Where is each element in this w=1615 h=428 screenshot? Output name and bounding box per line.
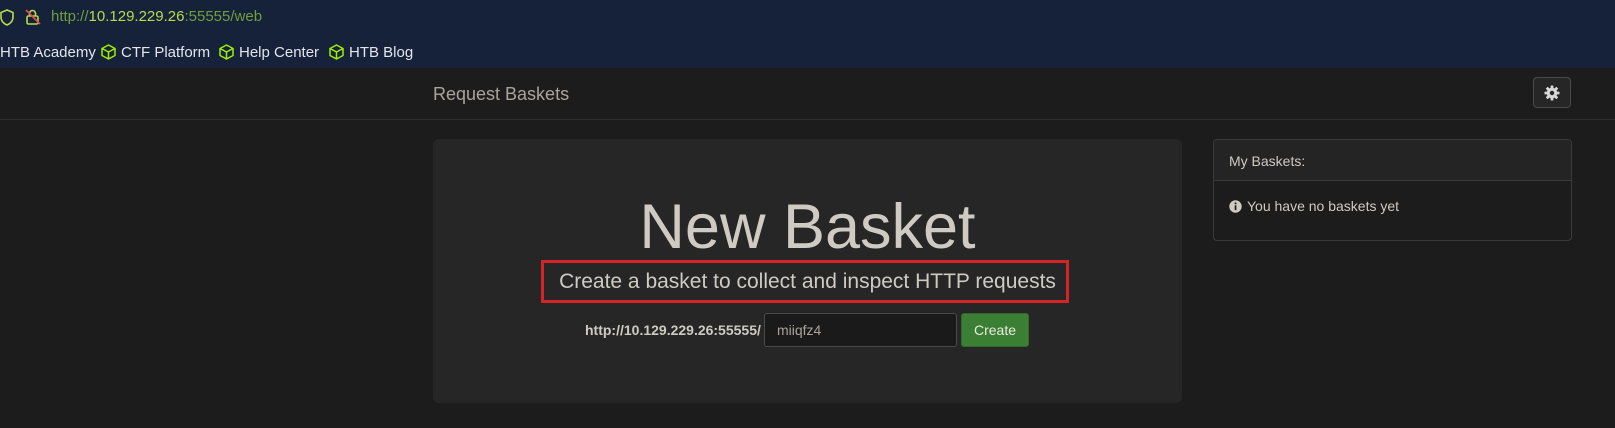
page-subtitle: Create a basket to collect and inspect H… [559,270,1056,293]
brand-link[interactable]: Request Baskets [433,84,569,105]
bookmark-label: CTF Platform [121,43,211,61]
cube-icon [101,44,116,60]
panel-body: You have no baskets yet [1214,181,1571,214]
cube-icon [329,44,344,60]
basket-url-prefix: http://10.129.229.26:55555/ [585,322,761,338]
cube-icon [219,44,234,60]
create-button[interactable]: Create [961,313,1029,347]
my-baskets-panel: My Baskets: You have no baskets yet [1213,139,1572,241]
bookmark-label: HTB Academy [0,43,96,61]
create-basket-form: http://10.129.229.26:55555/ Create [433,313,1182,349]
info-circle-icon [1229,199,1242,213]
url-host: 10.129.229.26 [88,8,185,25]
bookmark-label: HTB Blog [349,43,414,61]
bookmark-htb-blog[interactable]: HTB Blog [329,42,413,62]
url-scheme: http:// [51,8,89,25]
bookmark-htb-academy[interactable]: HTB Academy [0,42,96,62]
panel-heading: My Baskets: [1214,140,1571,181]
basket-name-input[interactable] [764,313,957,347]
page-title: New Basket [639,192,976,262]
bookmark-ctf-platform[interactable]: CTF Platform [101,42,210,62]
empty-message: You have no baskets yet [1247,198,1400,214]
insecure-lock-icon[interactable] [24,8,42,31]
bookmarks-bar: HTB Academy CTF Platform Help Center HTB… [0,34,1615,68]
app-navbar: Request Baskets [0,68,1615,120]
bookmark-help-center[interactable]: Help Center [219,42,319,62]
address-field[interactable]: http://10.129.229.26:55555/web [51,8,262,25]
gear-icon [1544,85,1560,100]
url-rest: :55555/web [184,8,263,25]
new-basket-panel: New Basket Create a basket to collect an… [433,139,1182,403]
browser-url-bar: http://10.129.229.26:55555/web [0,0,1615,34]
bookmark-label: Help Center [239,43,320,61]
settings-button[interactable] [1533,77,1571,108]
shield-icon[interactable] [0,9,14,31]
